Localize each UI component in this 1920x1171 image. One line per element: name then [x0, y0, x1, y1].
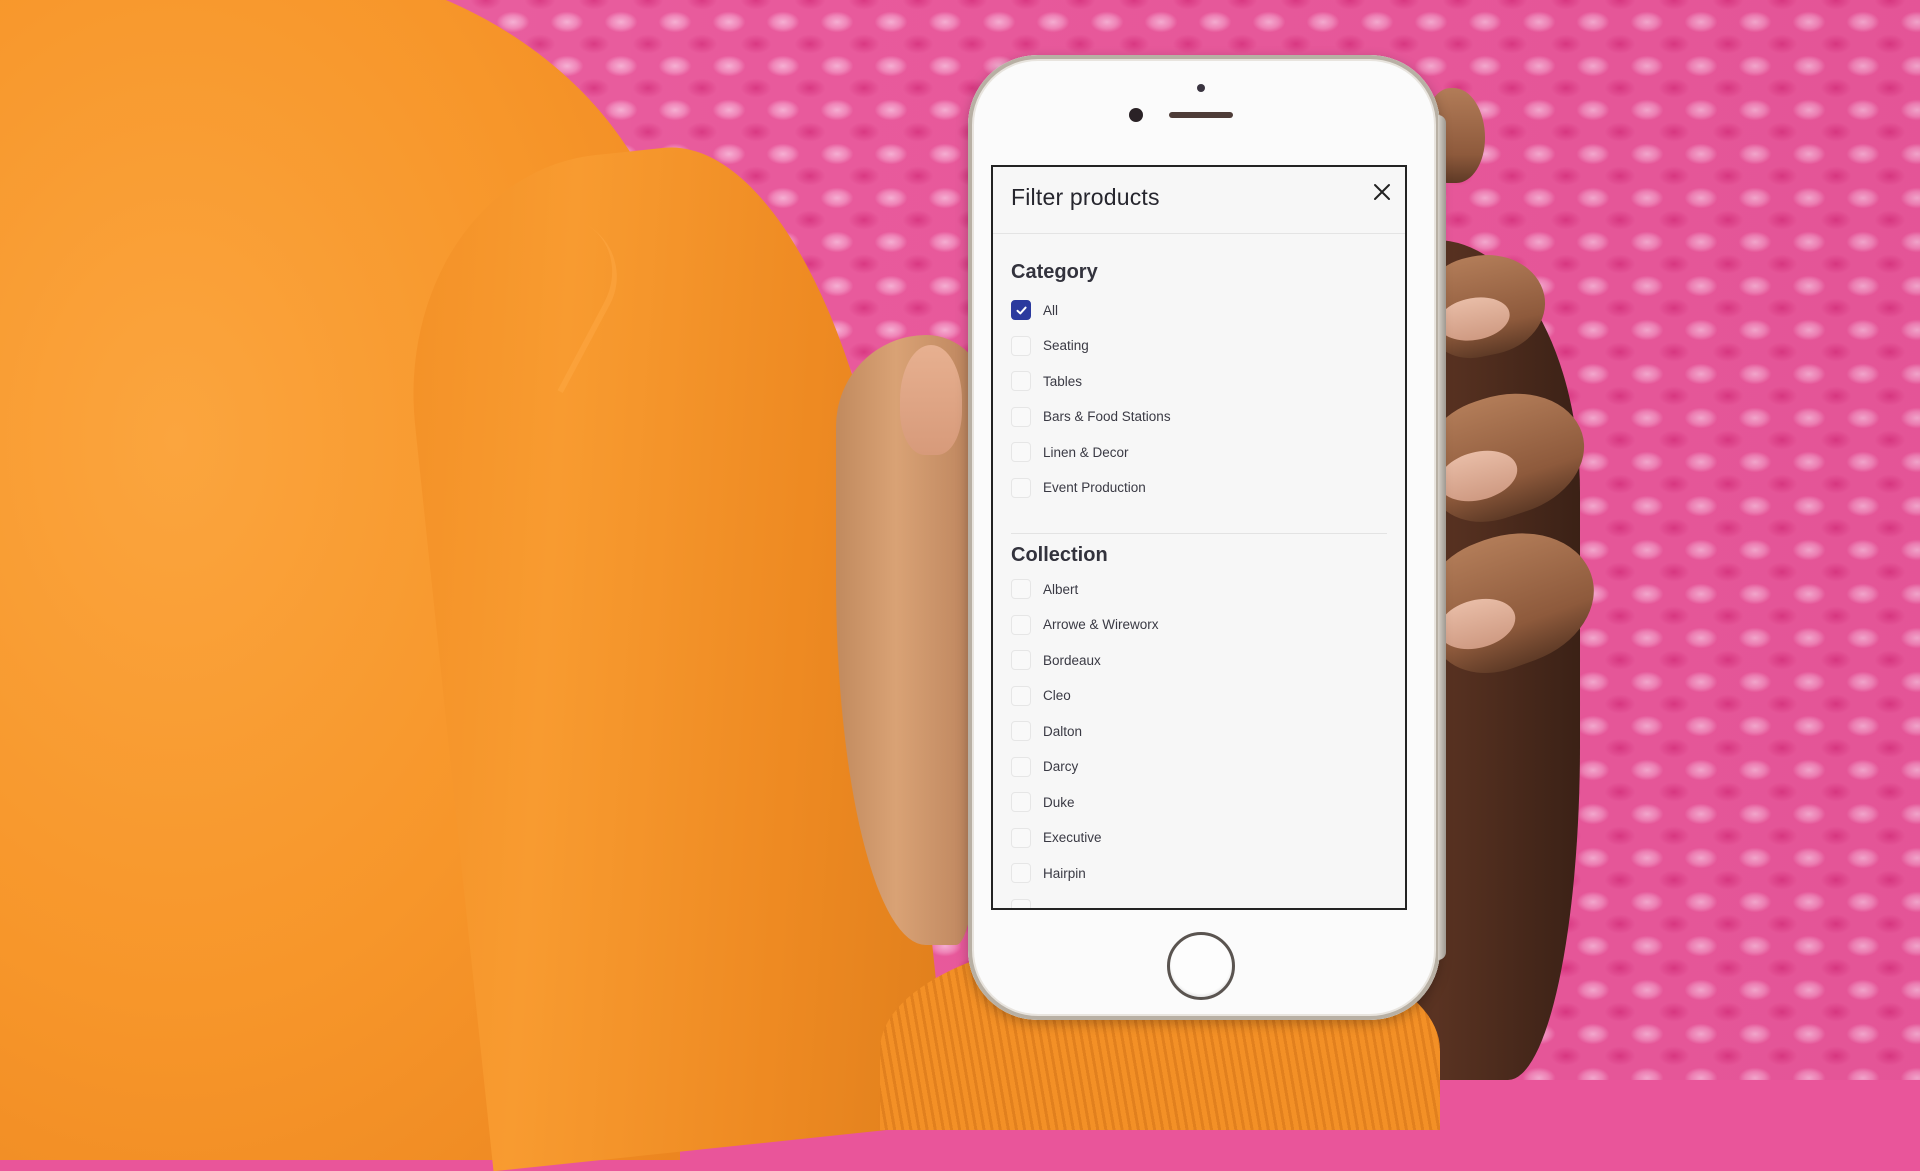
- proximity-sensor: [1197, 84, 1205, 92]
- option-label: Duke: [1043, 794, 1075, 810]
- checkbox[interactable]: [1011, 442, 1031, 462]
- filter-option[interactable]: Tables: [1011, 368, 1082, 394]
- checkbox[interactable]: [1011, 335, 1031, 356]
- checkbox[interactable]: [1011, 614, 1031, 635]
- checkbox[interactable]: [1011, 685, 1031, 706]
- checkbox[interactable]: [1011, 721, 1031, 741]
- filter-option[interactable]: Bars & Food Stations: [1011, 404, 1171, 430]
- checkbox[interactable]: [1011, 756, 1031, 777]
- option-label: Bordeaux: [1043, 652, 1101, 668]
- thumbnail: [900, 345, 962, 455]
- option-label: Hairpin: [1043, 865, 1086, 881]
- option-label: Event Production: [1043, 480, 1146, 495]
- checkbox[interactable]: [1011, 477, 1031, 498]
- filter-option[interactable]: Dalton: [1011, 718, 1082, 744]
- option-label: Linen & Decor: [1043, 444, 1129, 460]
- option-label: Seating: [1043, 338, 1089, 353]
- filter-option[interactable]: Albert: [1011, 576, 1078, 602]
- filter-option[interactable]: Bordeaux: [1011, 647, 1101, 673]
- checkbox[interactable]: [1011, 863, 1031, 883]
- section-divider: [1011, 533, 1387, 534]
- filter-option[interactable]: Linen & Decor: [1011, 439, 1129, 465]
- option-label: Dalton: [1043, 723, 1083, 739]
- filter-option[interactable]: Seating: [1011, 333, 1089, 359]
- home-button[interactable]: [1167, 932, 1235, 1000]
- filter-option[interactable]: Hairpin: [1011, 860, 1086, 886]
- filter-modal: Filter products Category All Seating Tables…: [991, 165, 1407, 910]
- checkbox[interactable]: [1011, 650, 1031, 670]
- option-label: Bars & Food Stations: [1043, 409, 1171, 424]
- option-label: Executive: [1043, 830, 1102, 845]
- option-label: Arrowe & Wireworx: [1043, 617, 1159, 632]
- phone-edge: [1438, 115, 1446, 960]
- filter-option[interactable]: Duke: [1011, 789, 1075, 815]
- checkbox[interactable]: [1011, 827, 1031, 848]
- checkbox[interactable]: [1011, 898, 1031, 908]
- earpiece-speaker: [1169, 112, 1233, 118]
- option-label: Tables: [1043, 373, 1083, 389]
- checkbox[interactable]: [1011, 792, 1031, 812]
- front-camera-icon: [1129, 108, 1143, 122]
- option-label: Albert: [1043, 581, 1079, 597]
- option-label: Darcy: [1043, 759, 1079, 774]
- filter-option[interactable]: Arrowe & Wireworx: [1011, 612, 1159, 638]
- modal-header: Filter products: [993, 167, 1405, 234]
- checkbox[interactable]: [1011, 371, 1031, 391]
- close-button[interactable]: [1369, 179, 1395, 205]
- checkmark-icon: [1016, 306, 1027, 314]
- section-title-category: Category: [1011, 261, 1098, 283]
- filter-option[interactable]: Cleo: [1011, 683, 1071, 709]
- checkbox[interactable]: [1011, 406, 1031, 427]
- checkbox-checked[interactable]: [1011, 300, 1031, 320]
- filter-option[interactable]: Executive: [1011, 825, 1102, 851]
- modal-title: Filter products: [1011, 184, 1160, 210]
- close-icon: [1374, 184, 1390, 200]
- filter-option[interactable]: All: [1011, 297, 1058, 323]
- section-title-collection: Collection: [1011, 544, 1108, 566]
- checkbox[interactable]: [1011, 579, 1031, 599]
- option-label: All: [1043, 302, 1059, 318]
- filter-option[interactable]: Event Production: [1011, 475, 1146, 501]
- filter-option[interactable]: Darcy: [1011, 754, 1078, 780]
- option-label: Cleo: [1043, 688, 1071, 703]
